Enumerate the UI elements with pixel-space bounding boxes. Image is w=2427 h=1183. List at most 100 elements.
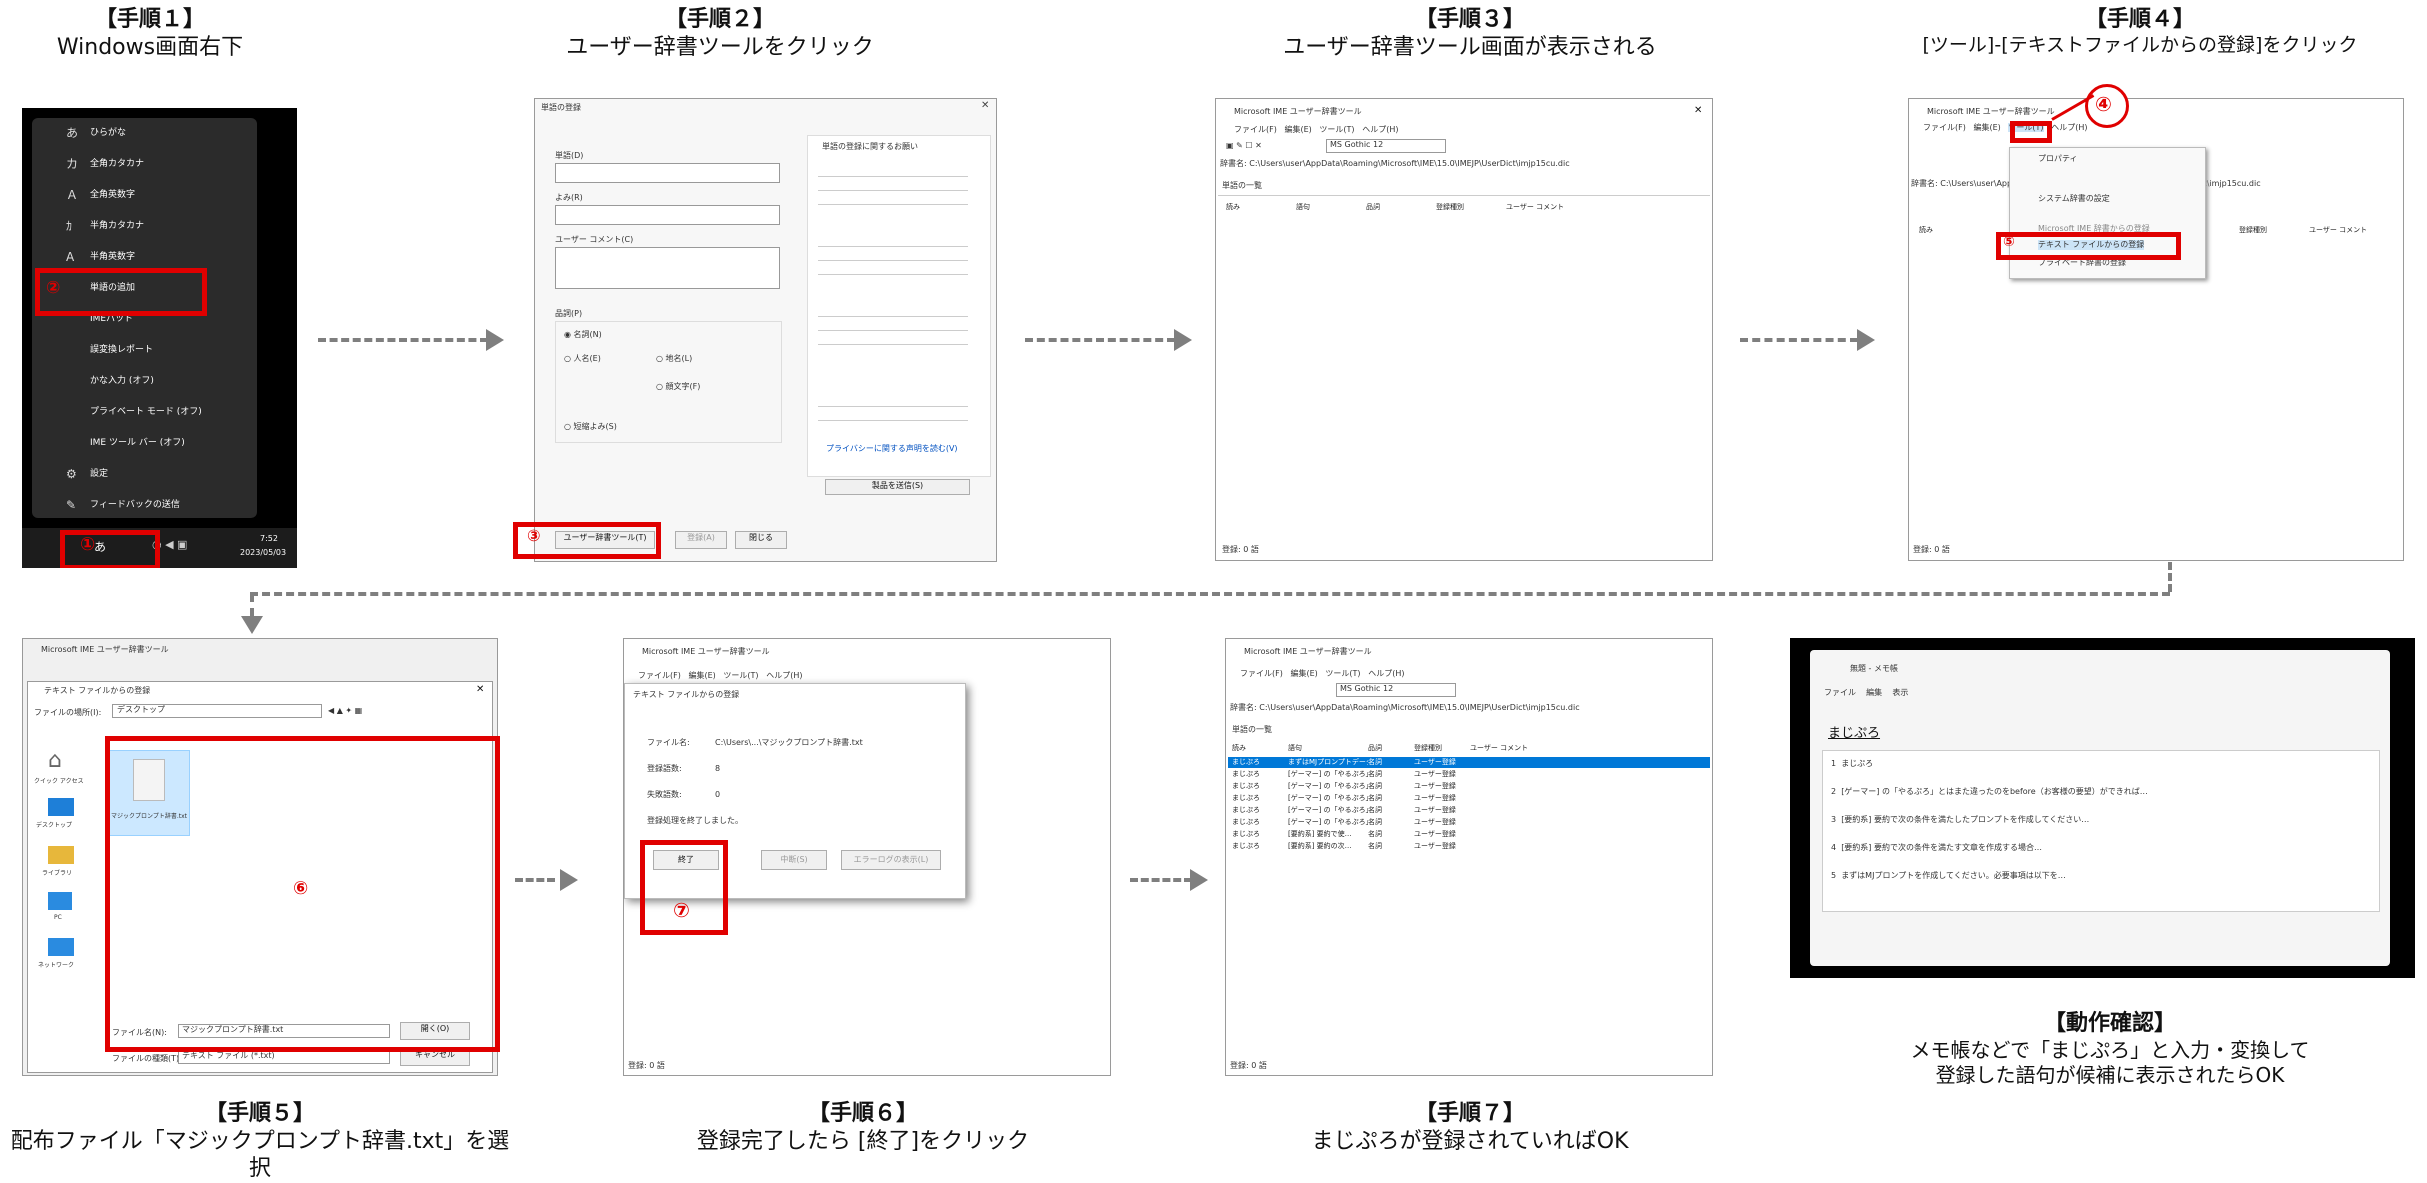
connector-horizontal <box>250 592 2170 596</box>
menu-tools[interactable]: ツール(T) <box>1325 669 1360 678</box>
menu-file[interactable]: ファイル(F) <box>1923 123 1966 132</box>
menu-view[interactable]: 表示 <box>1892 688 1908 697</box>
col-word[interactable]: 語句 <box>1288 743 1368 753</box>
privacy-link[interactable]: プライバシーに関する声明を読む(V) <box>826 444 958 454</box>
step2-caption: 【手順２】 ユーザー辞書ツールをクリック <box>520 6 920 61</box>
menu-file[interactable]: ファイル(F) <box>1240 669 1283 678</box>
menu-edit[interactable]: 編集(E) <box>1284 125 1311 134</box>
col-word[interactable]: 語句 <box>1296 202 1366 212</box>
table-row[interactable]: まじぷろ [ゲーマー] の「やるぷろ」名詞 ユーザー登録 <box>1228 805 1710 816</box>
step1-title: 【手順１】 <box>94 7 205 32</box>
menu-item-zenkaku-eisu[interactable]: Ａ 全角英数字 <box>32 180 257 211</box>
tools-item-system-dict[interactable]: システム辞書の設定 <box>2038 194 2110 204</box>
send-button[interactable]: 製品を送信(S) <box>825 479 970 495</box>
menu-file[interactable]: ファイル <box>1824 688 1856 697</box>
col-type[interactable]: 登録種別 <box>1436 202 1506 212</box>
col-comment[interactable]: ユーザー コメント <box>2309 225 2379 235</box>
pos-emoticon-radio[interactable]: ○ 顔文字(F) <box>656 382 700 392</box>
error-log-button[interactable]: エラーログの表示(L) <box>841 850 941 870</box>
close-button[interactable]: 閉じる <box>735 531 787 549</box>
menu-item-hiragana[interactable]: あ ひらがな <box>32 118 257 149</box>
menu-item-error-report[interactable]: 誤変換レポート <box>32 335 257 366</box>
marker-4: ④ <box>2095 92 2112 116</box>
menu-item-private-mode[interactable]: プライベート モード (オフ) <box>32 397 257 428</box>
arrow-3-to-4 <box>1740 338 1858 342</box>
place-library[interactable]: ライブラリ <box>42 870 72 877</box>
table-row[interactable]: まじぷろ [ゲーマー] の「やるぷろ」名詞 ユーザー登録 <box>1228 817 1710 828</box>
menu-edit[interactable]: 編集 <box>1866 688 1882 697</box>
menu-help[interactable]: ヘルプ(H) <box>2051 123 2087 132</box>
close-icon[interactable]: ✕ <box>476 684 484 695</box>
table-row[interactable]: まじぷろ [ゲーマー] の「やるぷろ」名詞 ユーザー登録 <box>1228 781 1710 792</box>
check-title: 【動作確認】 <box>2043 1011 2176 1036</box>
quick-access-icon[interactable]: ⌂ <box>48 748 62 773</box>
menu-help[interactable]: ヘルプ(H) <box>1362 125 1398 134</box>
menu-tools[interactable]: ツール(T) <box>1319 125 1354 134</box>
col-comment[interactable]: ユーザー コメント <box>1506 202 1576 212</box>
library-icon[interactable] <box>48 846 74 864</box>
pos-person-radio[interactable]: ○ 人名(E) <box>564 354 601 364</box>
menu-file[interactable]: ファイル(F) <box>638 671 681 680</box>
menu-item-feedback[interactable]: ✎ フィードバックの送信 <box>32 490 257 521</box>
step5-caption: 【手順５】 配布ファイル「マジックプロンプト辞書.txt」を選択 <box>0 1100 520 1183</box>
table-row[interactable]: まじぷろ [ゲーマー] の「やるぷろ」名詞 ユーザー登録 <box>1228 793 1710 804</box>
col-type[interactable]: 登録種別 <box>1414 743 1470 753</box>
typed-text[interactable]: まじぷろ <box>1828 722 1880 741</box>
font-select[interactable]: MS Gothic 12 <box>1326 139 1446 153</box>
candidate-item[interactable]: 5 まずはMJプロンプトを作成してください。必要事項は以下を… <box>1831 871 2066 881</box>
filetype-select[interactable]: テキスト ファイル (*.txt) <box>178 1050 390 1064</box>
font-select[interactable]: MS Gothic 12 <box>1336 683 1456 697</box>
window-title: Microsoft IME ユーザー辞書ツール <box>1234 107 1362 116</box>
pos-noun-radio[interactable]: ◉ 名詞(N) <box>564 330 602 340</box>
panel-step3-user-dict-tool: Microsoft IME ユーザー辞書ツール ✕ ファイル(F) 編集(E) … <box>1215 98 1713 561</box>
menu-tools[interactable]: ツール(T) <box>723 671 758 680</box>
location-select[interactable]: デスクトップ <box>112 704 322 718</box>
col-reading[interactable]: 読み <box>1226 202 1296 212</box>
close-icon[interactable]: ✕ <box>981 100 989 111</box>
candidate-item[interactable]: 1 まじぷろ <box>1831 759 1873 769</box>
menu-help[interactable]: ヘルプ(H) <box>1368 669 1404 678</box>
pos-place-radio[interactable]: ○ 地名(L) <box>656 354 692 364</box>
menu-item-zenkaku-katakana[interactable]: カ 全角カタカナ <box>32 149 257 180</box>
col-reading[interactable]: 読み <box>1232 743 1288 753</box>
menu-edit[interactable]: 編集(E) <box>688 671 715 680</box>
table-row[interactable]: まじぷろ [ゲーマー] の「やるぷろ」名詞 ユーザー登録 <box>1228 769 1710 780</box>
network-icon[interactable] <box>48 938 74 956</box>
menu-file[interactable]: ファイル(F) <box>1234 125 1277 134</box>
tools-item-properties[interactable]: プロパティ <box>2038 154 2078 164</box>
candidate-item[interactable]: 4 [要約系] 要約で次の条件を満たす文章を作成する場合… <box>1831 843 2042 853</box>
menu-item-settings[interactable]: ⚙ 設定 <box>32 459 257 490</box>
col-type[interactable]: 登録種別 <box>2239 225 2309 235</box>
pos-short-radio[interactable]: ○ 短縮よみ(S) <box>564 422 617 432</box>
ime-context-menu: あひらがな カ全角カタカナ Ａ 全角英数字 ｶ半角カタカナ A 半角英数字 単語の追… <box>32 118 257 518</box>
word-input[interactable] <box>555 163 780 183</box>
menu-item-kana-input[interactable]: かな入力 (オフ) <box>32 366 257 397</box>
menu-item-hankaku-katakana[interactable]: ｶ 半角カタカナ <box>32 211 257 242</box>
reading-input[interactable] <box>555 205 780 225</box>
ime-candidate-list: 1 まじぷろ 2 [ゲーマー] の「やるぷろ」とはまた違ったのをbefore（お… <box>1822 750 2380 912</box>
abort-button[interactable]: 中断(S) <box>761 850 827 870</box>
table-row[interactable]: まじぷろ [要約系] 要約の次… 名詞 ユーザー登録 <box>1228 841 1710 852</box>
col-pos[interactable]: 品詞 <box>1368 743 1414 753</box>
place-pc[interactable]: PC <box>54 914 62 921</box>
place-network[interactable]: ネットワーク <box>38 962 74 969</box>
table-row[interactable]: まじぷろ [要約系] 要約で使… 名詞 ユーザー登録 <box>1228 829 1710 840</box>
col-pos[interactable]: 品詞 <box>1366 202 1436 212</box>
menu-item-ime-toolbar[interactable]: IME ツール バー (オフ) <box>32 428 257 459</box>
table-row[interactable]: まじぷろ まずはMJプロンプトデータ名詞 ユーザー登録 <box>1228 757 1710 768</box>
menu-edit[interactable]: 編集(E) <box>1290 669 1317 678</box>
candidate-item[interactable]: 3 [要約系] 要約で次の条件を満たしたプロンプトを作成してください… <box>1831 815 2089 825</box>
place-desktop[interactable]: デスクトップ <box>36 822 72 829</box>
menu-edit[interactable]: 編集(E) <box>1973 123 2000 132</box>
comment-input[interactable] <box>555 247 780 289</box>
desktop-icon[interactable] <box>48 798 74 816</box>
register-button[interactable]: 登録(A) <box>675 531 727 549</box>
pc-icon[interactable] <box>48 892 72 910</box>
place-quick-access[interactable]: クイック アクセス <box>34 778 84 785</box>
col-comment[interactable]: ユーザー コメント <box>1470 743 1540 753</box>
check-line1: メモ帳などで「まじぷろ」と入力・変換して <box>1910 1037 2310 1062</box>
close-icon[interactable]: ✕ <box>1694 105 1702 116</box>
menu-help[interactable]: ヘルプ(H) <box>766 671 802 680</box>
col-reading[interactable]: 読み <box>1919 225 1989 235</box>
candidate-item[interactable]: 2 [ゲーマー] の「やるぷろ」とはまた違ったのをbefore（お客様の要望）が… <box>1831 787 2148 797</box>
